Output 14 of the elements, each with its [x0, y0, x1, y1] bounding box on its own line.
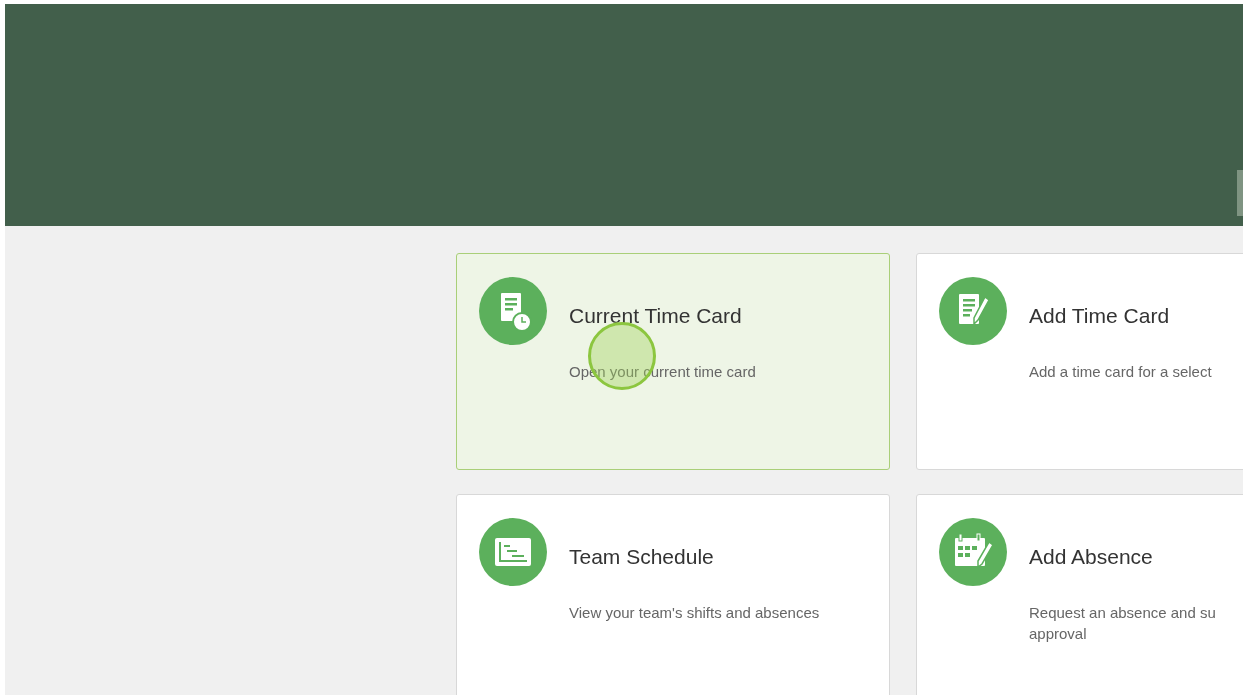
calendar-icon — [939, 518, 1007, 586]
action-card[interactable]: Team Schedule View your team's shifts and absences — [456, 494, 890, 695]
card-description: View your team's shifts and absences — [569, 603, 820, 623]
action-card[interactable]: Add Absence Request an absence and su approval — [916, 494, 1243, 695]
card-title: Current Time Card — [569, 304, 743, 328]
card-title: Add Absence — [1029, 545, 1154, 569]
edit-icon — [939, 277, 1007, 345]
card-title: Team Schedule — [569, 545, 715, 569]
card-title: Add Time Card — [1029, 304, 1171, 328]
card-description: Request an absence and su approval — [1029, 603, 1216, 644]
action-card[interactable]: Add Time Card Add a time card for a select — [916, 253, 1243, 470]
timecard-icon — [479, 277, 547, 345]
card-description: Add a time card for a select — [1029, 362, 1212, 382]
schedule-icon — [479, 518, 547, 586]
